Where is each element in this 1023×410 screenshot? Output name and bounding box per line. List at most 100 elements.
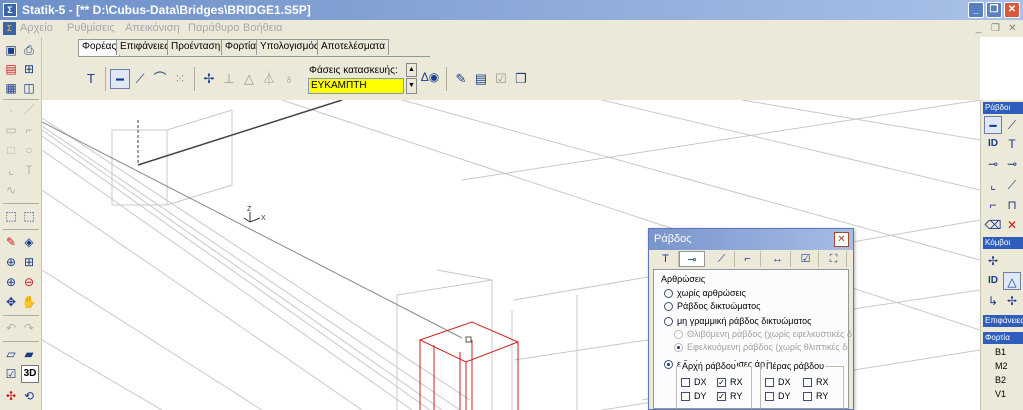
orbit-icon[interactable]: ⟲ — [20, 387, 38, 405]
angle-icon[interactable]: ⌞ — [2, 161, 20, 179]
rotate-icon[interactable]: ✣ — [2, 387, 20, 405]
plane-icon[interactable]: ▱ — [2, 345, 20, 363]
select-cross-icon[interactable]: ⬚ — [20, 207, 38, 225]
offset-tab-icon[interactable]: ⌐ — [735, 251, 761, 267]
node-icon[interactable]: ✢ — [199, 69, 219, 89]
zoom-out-icon[interactable]: ⊖ — [20, 273, 38, 291]
frame-tab-icon[interactable]: ⛶ — [821, 251, 847, 267]
polyline-icon[interactable]: ⌐ — [20, 121, 38, 139]
eraser-icon[interactable]: ⌫ — [984, 216, 1002, 234]
hinge-end-icon[interactable]: ⊸ — [1003, 155, 1021, 173]
axis-tab-icon[interactable]: ⟋ — [709, 251, 735, 267]
start-ry-checkbox[interactable]: ✓ RY — [717, 391, 742, 402]
end-dx-checkbox[interactable]: DX — [765, 377, 791, 388]
new-icon[interactable]: ▣ — [2, 41, 20, 59]
bar-straight-icon[interactable]: ━ — [984, 116, 1002, 134]
end-ry-checkbox[interactable]: RY — [803, 391, 828, 402]
no-hinges-option[interactable]: χωρίς αρθρώσεις — [664, 288, 746, 300]
grid-points-icon[interactable]: ⁙ — [170, 69, 190, 89]
zoom-window-icon[interactable]: ⊞ — [20, 253, 38, 271]
hinge-tab-icon[interactable]: ⊸ — [679, 251, 705, 267]
curve-icon[interactable]: ∿ — [2, 181, 20, 199]
tab-loads[interactable]: Φορτία — [221, 39, 261, 55]
end-rx-checkbox[interactable]: RX — [803, 377, 829, 388]
layers-icon[interactable]: ◫ — [20, 79, 38, 97]
support-pin-icon[interactable]: △ — [239, 69, 259, 89]
dialog-close-icon[interactable]: ✕ — [834, 232, 849, 247]
support-spring-icon[interactable]: ♁ — [279, 69, 299, 89]
save-icon[interactable]: ▤ — [2, 60, 20, 78]
support-icon[interactable]: △ — [1003, 272, 1021, 290]
maximize-button[interactable]: ❐ — [986, 2, 1002, 18]
view-3d-button[interactable]: 3D — [21, 365, 39, 383]
length-tab-icon[interactable]: ↔ — [765, 251, 791, 267]
radio-icon[interactable] — [664, 289, 673, 299]
section-tab-icon[interactable]: T — [653, 251, 679, 267]
support-roller-icon[interactable]: ⏃ — [259, 69, 279, 89]
bar-curved-icon[interactable]: ⟋ — [1003, 116, 1021, 134]
load-case-item[interactable]: M2 — [995, 361, 1008, 371]
minimize-button[interactable]: _ — [968, 2, 984, 18]
node-move-icon[interactable]: ✢ — [1003, 292, 1021, 310]
compression-only-option[interactable]: Θλιβόμενη ράβδος (χωρίς εφελκυστικές δ — [674, 329, 852, 341]
bar-straight-icon[interactable]: ━ — [110, 69, 130, 89]
support-fixed-icon[interactable]: ⊥ — [219, 69, 239, 89]
redo-icon[interactable]: ↷ — [20, 319, 38, 337]
bar-curved-icon[interactable]: ⟋ — [130, 69, 150, 89]
end-dy-checkbox[interactable]: DY — [765, 391, 791, 402]
menu-window[interactable]: Παράθυρο — [188, 22, 239, 34]
nonlinear-truss-option[interactable]: μη γραμμική ράβδος δικτυώματος — [664, 316, 811, 328]
open-icon[interactable]: ▦ — [2, 79, 20, 97]
tab-prestress[interactable]: Προένταση — [167, 39, 225, 55]
phase-view-icon[interactable]: Δ◉ — [420, 67, 440, 87]
document-icon[interactable]: Σ — [3, 22, 16, 35]
chevron-down-icon[interactable]: ▼ — [406, 78, 417, 94]
axis-icon[interactable]: ⌞ — [984, 176, 1002, 194]
load-case-item[interactable]: B1 — [995, 347, 1006, 357]
hinge-icon[interactable]: ⊸ — [984, 155, 1002, 173]
beam-type-icon[interactable]: T — [81, 69, 101, 89]
menu-help[interactable]: Βοήθεια — [243, 22, 282, 34]
circle-icon[interactable]: ○ — [20, 141, 38, 159]
node-id-button[interactable]: ID — [984, 272, 1002, 290]
start-rx-checkbox[interactable]: ✓ RX — [717, 377, 743, 388]
box-icon[interactable]: □ — [2, 141, 20, 159]
document-icon[interactable]: ▤ — [471, 69, 491, 89]
print-icon[interactable]: ⎙ — [20, 41, 38, 59]
zoom-icon[interactable]: ⊕ — [2, 253, 20, 271]
tension-only-option[interactable]: Εφελκυόμενη ράβδος (χωρίς θλιπτικές δι — [674, 342, 849, 354]
load-case-item[interactable]: V1 — [995, 389, 1006, 399]
view-check-icon[interactable]: ☑ — [2, 365, 20, 383]
copy-document-icon[interactable]: ❐ — [511, 69, 531, 89]
grid-icon[interactable]: ⊞ — [20, 60, 38, 78]
offset-icon[interactable]: ⌐ — [984, 196, 1002, 214]
bar-id-button[interactable]: ID — [984, 135, 1002, 153]
point-icon[interactable]: · — [2, 101, 20, 119]
radio-icon[interactable] — [664, 360, 673, 370]
mdi-minimize-button[interactable]: _ — [972, 23, 985, 35]
pencil-icon[interactable]: ✎ — [2, 233, 20, 251]
plane-edit-icon[interactable]: ▰ — [20, 345, 38, 363]
zoom-in-icon[interactable]: ⊕ — [2, 273, 20, 291]
line-icon[interactable]: ／ — [20, 101, 38, 119]
pan-hand-icon[interactable]: ✋ — [20, 293, 38, 311]
menu-file[interactable]: Αρχείο — [20, 22, 53, 34]
node-axis-icon[interactable]: ↳ — [984, 292, 1002, 310]
load-case-item[interactable]: B2 — [995, 375, 1006, 385]
truss-bar-option[interactable]: Ράβδος δικτυώματος — [664, 301, 760, 313]
menu-view[interactable]: Απεικόνιση — [125, 22, 180, 34]
select-window-icon[interactable]: ⬚ — [2, 207, 20, 225]
delete-icon[interactable]: ✕ — [1003, 216, 1021, 234]
undo-icon[interactable]: ↶ — [2, 319, 20, 337]
menu-settings[interactable]: Ρυθμίσεις — [67, 22, 115, 34]
frame-icon[interactable]: ⊓ — [1003, 196, 1021, 214]
tab-surfaces[interactable]: Επιφάνειες — [116, 39, 174, 55]
radio-icon[interactable] — [664, 317, 673, 327]
edit-properties-icon[interactable]: ✎ — [451, 69, 471, 89]
check-tab-icon[interactable]: ☑ — [793, 251, 819, 267]
bar-arc-icon[interactable]: ⌒ — [150, 69, 170, 89]
start-dy-checkbox[interactable]: DY — [681, 391, 707, 402]
node-icon[interactable]: ✢ — [984, 252, 1002, 270]
radio-icon[interactable] — [674, 330, 683, 340]
tab-structure[interactable]: Φορέας — [78, 39, 121, 57]
